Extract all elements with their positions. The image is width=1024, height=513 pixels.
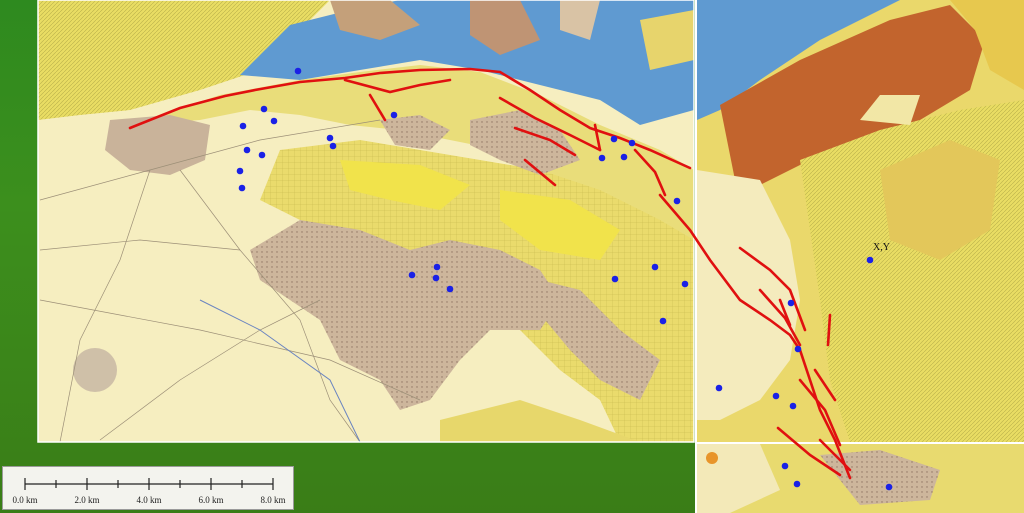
scale-tick-label: 8.0 km [260,495,286,505]
observation-point [239,122,247,130]
observation-point [598,154,606,162]
observation-point [789,402,797,410]
observation-point [433,263,441,271]
map-sheet-right: X,Y [697,0,1024,442]
observation-point [390,111,398,119]
observation-point [294,67,302,75]
observation-point [866,256,874,264]
observation-point [681,280,689,288]
scale-tick-label: 4.0 km [136,495,162,505]
observation-point [620,153,628,161]
observation-point [258,151,266,159]
observation-point [432,274,440,282]
observation-point [329,142,337,150]
observation-point [794,345,802,353]
scale-tick-label: 2.0 km [74,495,100,505]
scale-bar: 0.0 km 2.0 km 4.0 km 6.0 km 8.0 km [2,466,294,510]
observation-point [715,384,723,392]
observation-point [408,271,416,279]
scale-tick-label: 6.0 km [198,495,224,505]
observation-point [651,263,659,271]
observation-point [236,167,244,175]
geological-map: X,Y [0,0,1024,513]
observation-point [781,462,789,470]
observation-point [260,105,268,113]
point-label-xy: X,Y [873,242,890,253]
observation-point [611,275,619,283]
observation-point [238,184,246,192]
observation-point [270,117,278,125]
observation-point [673,197,681,205]
observation-point [610,135,618,143]
observation-point [446,285,454,293]
observation-point [628,139,636,147]
scale-tick-label: 0.0 km [12,495,38,505]
observation-point [659,317,667,325]
observation-point [793,480,801,488]
observation-point [326,134,334,142]
map-sheet-left [38,0,694,443]
observation-point [885,483,893,491]
observation-point [243,146,251,154]
observation-point [772,392,780,400]
map-sheet-bottom-right [697,444,1024,513]
observation-point [787,299,795,307]
